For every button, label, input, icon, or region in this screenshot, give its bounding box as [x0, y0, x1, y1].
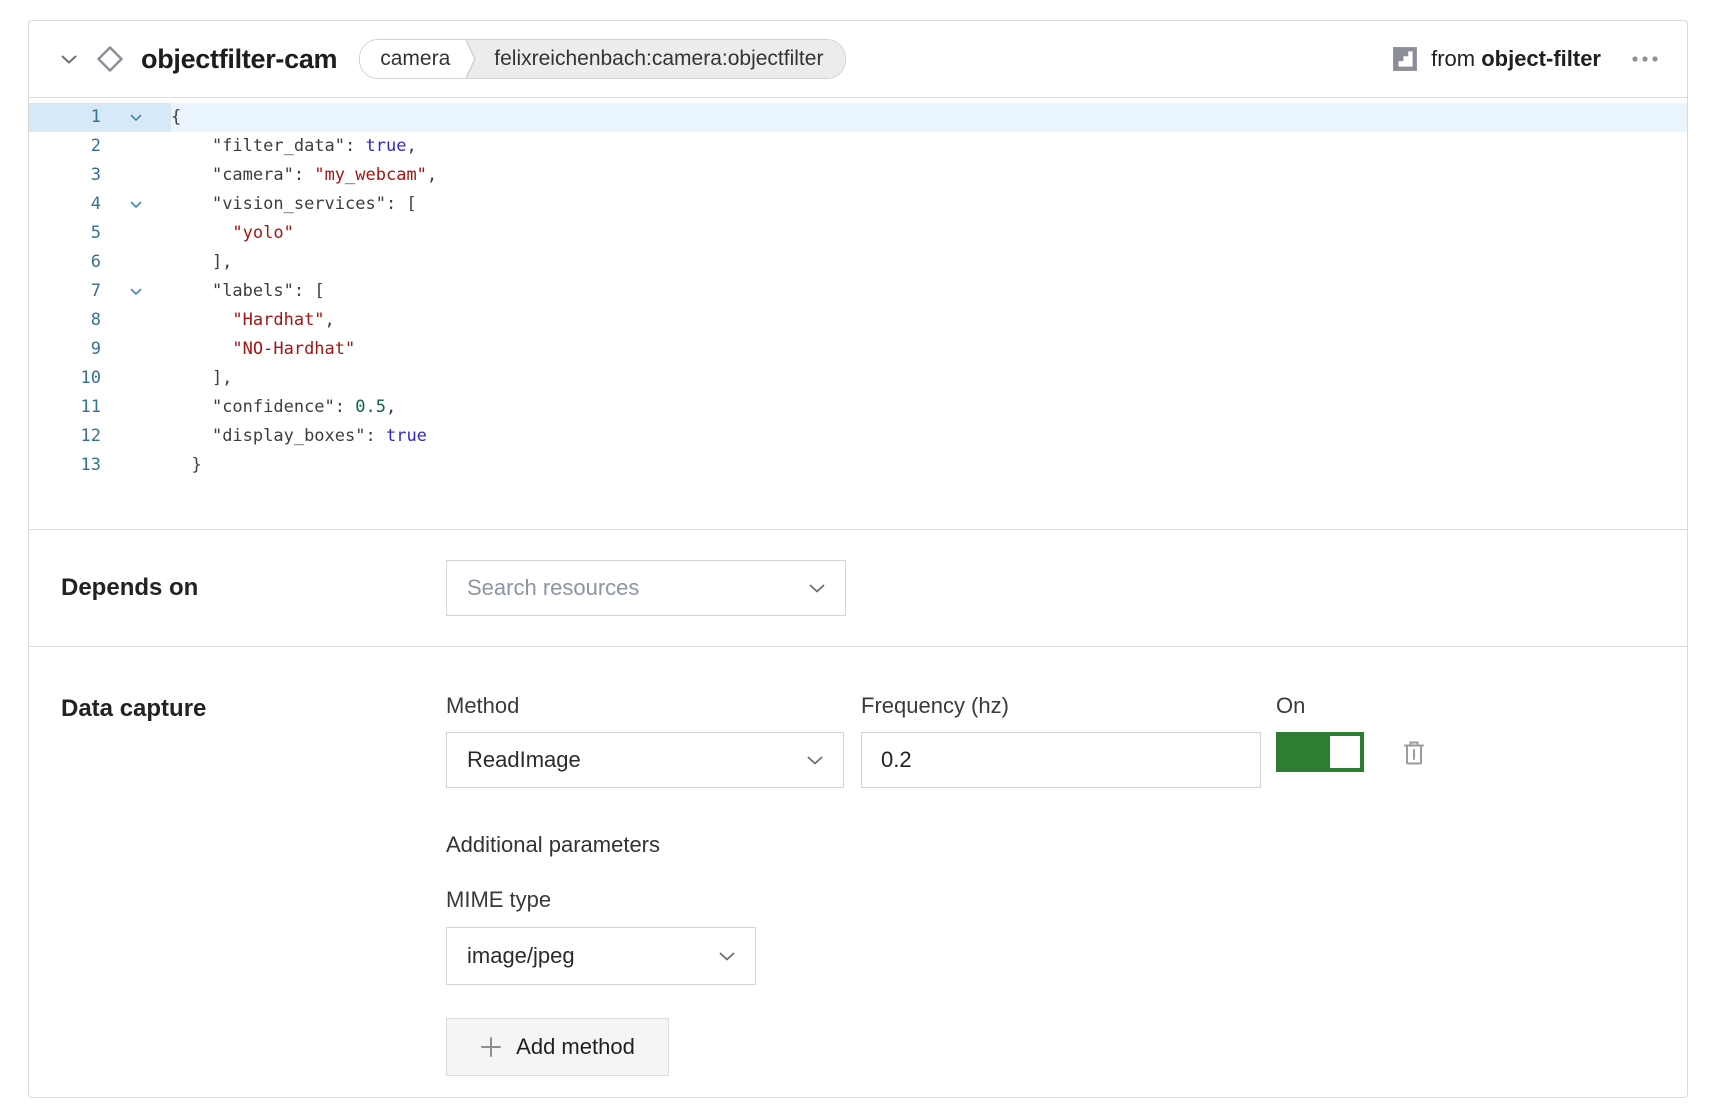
chevron-down-icon	[807, 756, 823, 765]
line-number: 11	[29, 393, 101, 422]
code-text: "confidence": 0.5,	[171, 393, 1687, 422]
code-text: "labels": [	[171, 277, 1687, 306]
code-line[interactable]: 4 "vision_services": [	[29, 190, 1687, 219]
from-module-label: from object-filter	[1431, 46, 1601, 72]
code-line[interactable]: 3 "camera": "my_webcam",	[29, 161, 1687, 190]
code-text: }	[171, 451, 1687, 480]
line-number: 13	[29, 451, 101, 480]
mime-type-select[interactable]: image/jpeg	[446, 927, 756, 985]
frequency-input[interactable]	[861, 732, 1261, 788]
data-capture-section: Data capture Method ReadImage Frequency …	[29, 647, 1687, 1076]
component-diamond-icon	[95, 44, 125, 74]
line-number: 9	[29, 335, 101, 364]
trash-icon	[1402, 739, 1426, 766]
method-value: ReadImage	[467, 747, 581, 773]
fold-spacer	[101, 364, 171, 393]
fold-spacer	[101, 335, 171, 364]
capture-toggle[interactable]	[1276, 732, 1364, 772]
fold-spacer	[101, 306, 171, 335]
json-editor[interactable]: 1{2 "filter_data": true,3 "camera": "my_…	[29, 98, 1687, 530]
code-line[interactable]: 6 ],	[29, 248, 1687, 277]
additional-parameters-label: Additional parameters	[446, 832, 1655, 858]
code-text: "filter_data": true,	[171, 132, 1687, 161]
line-number: 4	[29, 190, 101, 219]
fold-chevron-icon[interactable]	[101, 190, 171, 219]
module-icon	[1392, 46, 1418, 72]
add-method-label: Add method	[516, 1034, 635, 1060]
code-line[interactable]: 11 "confidence": 0.5,	[29, 393, 1687, 422]
code-line[interactable]: 1{	[29, 103, 1687, 132]
data-capture-label: Data capture	[61, 693, 446, 723]
depends-on-section: Depends on Search resources	[29, 530, 1687, 647]
fold-spacer	[101, 132, 171, 161]
line-number: 7	[29, 277, 101, 306]
line-number: 3	[29, 161, 101, 190]
collapse-chevron-icon[interactable]	[59, 55, 79, 64]
fold-spacer	[101, 219, 171, 248]
code-line[interactable]: 9 "NO-Hardhat"	[29, 335, 1687, 364]
code-line[interactable]: 8 "Hardhat",	[29, 306, 1687, 335]
code-text: {	[171, 103, 1687, 132]
resource-header: objectfilter-cam camera felixreichenbach…	[29, 21, 1687, 98]
frequency-label: Frequency (hz)	[861, 693, 1261, 719]
code-line[interactable]: 13 }	[29, 451, 1687, 480]
chevron-down-icon	[809, 584, 825, 593]
resource-model-badge: felixreichenbach:camera:objectfilter	[482, 40, 845, 78]
line-number: 12	[29, 422, 101, 451]
on-label: On	[1276, 693, 1426, 719]
fold-spacer	[101, 422, 171, 451]
resource-badge: camera felixreichenbach:camera:objectfil…	[359, 39, 846, 79]
code-line[interactable]: 10 ],	[29, 364, 1687, 393]
delete-method-button[interactable]	[1402, 739, 1426, 766]
fold-spacer	[101, 248, 171, 277]
code-text: "NO-Hardhat"	[171, 335, 1687, 364]
module-name: object-filter	[1481, 46, 1601, 71]
line-number: 6	[29, 248, 101, 277]
menu-button[interactable]	[1629, 49, 1661, 69]
code-text: "camera": "my_webcam",	[171, 161, 1687, 190]
code-line[interactable]: 12 "display_boxes": true	[29, 422, 1687, 451]
method-select[interactable]: ReadImage	[446, 732, 844, 788]
toggle-knob	[1330, 736, 1360, 768]
line-number: 1	[29, 103, 101, 132]
code-text: ],	[171, 248, 1687, 277]
ellipsis-icon	[1631, 55, 1659, 63]
method-label: Method	[446, 693, 844, 719]
resource-type-badge: camera	[360, 40, 466, 78]
resource-title: objectfilter-cam	[141, 44, 337, 75]
chevron-down-icon	[719, 952, 735, 961]
fold-chevron-icon[interactable]	[101, 103, 171, 132]
code-text: "Hardhat",	[171, 306, 1687, 335]
code-text: "yolo"	[171, 219, 1687, 248]
fold-spacer	[101, 393, 171, 422]
code-line[interactable]: 5 "yolo"	[29, 219, 1687, 248]
fold-spacer	[101, 451, 171, 480]
plus-icon	[480, 1036, 502, 1058]
line-number: 5	[29, 219, 101, 248]
select-placeholder: Search resources	[467, 575, 639, 601]
depends-on-label: Depends on	[61, 574, 446, 602]
fold-chevron-icon[interactable]	[101, 277, 171, 306]
resources-select[interactable]: Search resources	[446, 560, 846, 616]
mime-type-value: image/jpeg	[467, 943, 575, 969]
line-number: 2	[29, 132, 101, 161]
code-line[interactable]: 2 "filter_data": true,	[29, 132, 1687, 161]
code-text: "vision_services": [	[171, 190, 1687, 219]
code-line[interactable]: 7 "labels": [	[29, 277, 1687, 306]
mime-type-label: MIME type	[446, 887, 1655, 913]
line-number: 8	[29, 306, 101, 335]
add-method-button[interactable]: Add method	[446, 1018, 669, 1076]
fold-spacer	[101, 161, 171, 190]
code-text: ],	[171, 364, 1687, 393]
badge-separator	[466, 40, 482, 78]
code-text: "display_boxes": true	[171, 422, 1687, 451]
resource-card: objectfilter-cam camera felixreichenbach…	[28, 20, 1688, 1098]
line-number: 10	[29, 364, 101, 393]
